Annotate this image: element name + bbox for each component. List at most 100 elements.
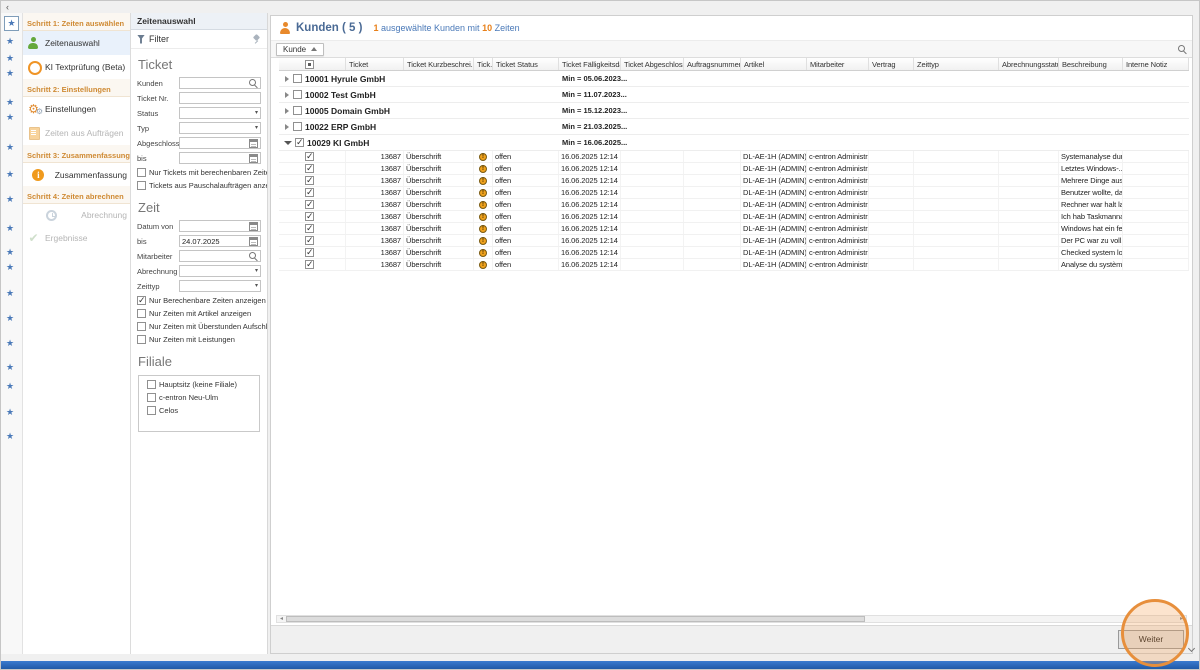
abrechnung-input[interactable]: ▾ bbox=[179, 265, 261, 277]
bis-input[interactable] bbox=[179, 152, 261, 164]
kunden-input[interactable] bbox=[179, 77, 261, 89]
checkbox-nur-zeiten-mit-überstunden-aufschlägen[interactable]: Nur Zeiten mit Überstunden Aufschlägen bbox=[131, 320, 267, 333]
column-header-beschreibung[interactable]: Beschreibung bbox=[1059, 58, 1123, 70]
star-icon[interactable]: ★ bbox=[6, 223, 14, 233]
row-checkbox[interactable] bbox=[305, 260, 314, 269]
star-icon[interactable]: ★ bbox=[6, 112, 14, 122]
bis-input[interactable]: 24.07.2025 bbox=[179, 235, 261, 247]
group-checkbox[interactable] bbox=[293, 106, 302, 115]
checkbox-box[interactable] bbox=[137, 322, 146, 331]
wizard-item-zusammenfassung[interactable]: iZusammenfassung bbox=[23, 163, 130, 186]
group-checkbox[interactable] bbox=[293, 122, 302, 131]
star-icon[interactable]: ★ bbox=[6, 381, 14, 391]
row-checkbox[interactable] bbox=[305, 224, 314, 233]
table-row[interactable]: 13687Überschrift!offen16.06.2025 12:14DL… bbox=[279, 211, 1189, 223]
wizard-item-abrechnung[interactable]: Abrechnung bbox=[23, 204, 130, 226]
expand-group-icon[interactable] bbox=[285, 92, 289, 98]
table-row[interactable]: 13687Überschrift!offen16.06.2025 12:14DL… bbox=[279, 247, 1189, 259]
group-row[interactable]: 10001 Hyrule GmbHMin = 05.06.2023... bbox=[279, 71, 1189, 87]
row-checkbox[interactable] bbox=[305, 236, 314, 245]
wizard-item-ergebnisse[interactable]: ✔Ergebnisse bbox=[23, 226, 130, 250]
star-icon[interactable]: ★ bbox=[6, 407, 14, 417]
column-header-mitarbeiter[interactable]: Mitarbeiter bbox=[807, 58, 869, 70]
typ-input[interactable]: ▾ bbox=[179, 122, 261, 134]
expand-group-icon[interactable] bbox=[285, 124, 289, 130]
collapse-left-chevron[interactable]: ‹ bbox=[6, 1, 9, 13]
group-checkbox[interactable] bbox=[295, 138, 304, 147]
row-checkbox[interactable] bbox=[305, 176, 314, 185]
wizard-item-ki-textprüfung-beta[interactable]: KI Textprüfung (Beta) bbox=[23, 55, 130, 79]
star-icon[interactable]: ★ bbox=[6, 313, 14, 323]
table-row[interactable]: 13687Überschrift!offen16.06.2025 12:14DL… bbox=[279, 187, 1189, 199]
row-checkbox[interactable] bbox=[305, 188, 314, 197]
column-header-tick[interactable]: Tick... bbox=[474, 58, 493, 70]
collapse-group-icon[interactable] bbox=[284, 141, 292, 145]
checkbox-box[interactable] bbox=[137, 168, 146, 177]
search-icon[interactable] bbox=[248, 251, 258, 261]
star-icon[interactable]: ★ bbox=[6, 431, 14, 441]
dropdown-arrow-icon[interactable]: ▾ bbox=[255, 266, 258, 276]
checkbox-box[interactable] bbox=[137, 335, 146, 344]
table-row[interactable]: 13687Überschrift!offen16.06.2025 12:14DL… bbox=[279, 199, 1189, 211]
select-all-checkbox[interactable] bbox=[305, 60, 314, 69]
checkbox-nur-zeiten-mit-artikel-anzeigen[interactable]: Nur Zeiten mit Artikel anzeigen bbox=[131, 307, 267, 320]
group-row[interactable]: 10002 Test GmbHMin = 11.07.2023... bbox=[279, 87, 1189, 103]
calendar-icon[interactable] bbox=[249, 139, 258, 148]
table-row[interactable]: 13687Überschrift!offen16.06.2025 12:14DL… bbox=[279, 235, 1189, 247]
mitarbeiter-input[interactable] bbox=[179, 250, 261, 262]
dropdown-arrow-icon[interactable]: ▾ bbox=[255, 108, 258, 118]
search-icon[interactable] bbox=[248, 78, 258, 88]
star-icon[interactable]: ★ bbox=[6, 53, 14, 63]
calendar-icon[interactable] bbox=[249, 237, 258, 246]
row-checkbox[interactable] bbox=[305, 212, 314, 221]
checkbox-hauptsitz-keine-filiale[interactable]: Hauptsitz (keine Filiale) bbox=[141, 378, 257, 391]
star-icon[interactable]: ★ bbox=[6, 338, 14, 348]
column-header-faellig[interactable]: Ticket Fälligkeitsda... bbox=[559, 58, 621, 70]
checkbox-celos[interactable]: Celos bbox=[141, 404, 257, 417]
checkbox-c-entron-neu-ulm[interactable]: c-entron Neu-Ulm bbox=[141, 391, 257, 404]
checkbox-box[interactable] bbox=[147, 380, 156, 389]
scrollbar-thumb[interactable] bbox=[286, 616, 865, 622]
column-header-vertrag[interactable]: Vertrag bbox=[869, 58, 914, 70]
group-row[interactable]: 10022 ERP GmbHMin = 21.03.2025... bbox=[279, 119, 1189, 135]
group-by-chip[interactable]: Kunde bbox=[276, 43, 324, 56]
expand-group-icon[interactable] bbox=[285, 108, 289, 114]
column-header-abgeschl[interactable]: Ticket Abgeschloss... bbox=[621, 58, 684, 70]
scroll-right-arrow[interactable]: ▸ bbox=[1177, 616, 1186, 623]
abgeschlossen-input[interactable] bbox=[179, 137, 261, 149]
table-row[interactable]: 13687Überschrift!offen16.06.2025 12:14DL… bbox=[279, 151, 1189, 163]
star-icon[interactable]: ★ bbox=[6, 68, 14, 78]
column-header-sel[interactable] bbox=[279, 58, 346, 70]
table-row[interactable]: 13687Überschrift!offen16.06.2025 12:14DL… bbox=[279, 163, 1189, 175]
dropdown-arrow-icon[interactable]: ▾ bbox=[255, 123, 258, 133]
column-header-auftrag[interactable]: Auftragsnummer bbox=[684, 58, 741, 70]
expand-group-icon[interactable] bbox=[285, 76, 289, 82]
star-icon[interactable]: ★ bbox=[6, 194, 14, 204]
checkbox-box[interactable] bbox=[137, 296, 146, 305]
column-header-artikel[interactable]: Artikel bbox=[741, 58, 807, 70]
star-icon[interactable]: ★ bbox=[6, 262, 14, 272]
checkbox-nur-berechenbare-zeiten-anzeigen[interactable]: Nur Berechenbare Zeiten anzeigen bbox=[131, 294, 267, 307]
star-icon[interactable]: ★ bbox=[6, 36, 14, 46]
checkbox-tickets-aus-pauschalaufträgen-anzeigen[interactable]: Tickets aus Pauschalaufträgen anzeigen bbox=[131, 179, 267, 192]
group-row[interactable]: 10029 KI GmbHMin = 16.06.2025... bbox=[279, 135, 1189, 151]
wizard-item-einstellungen[interactable]: ⚙Einstellungen bbox=[23, 97, 130, 121]
star-icon[interactable]: ★ bbox=[6, 142, 14, 152]
star-button[interactable]: ★ bbox=[4, 16, 19, 31]
row-checkbox[interactable] bbox=[305, 200, 314, 209]
datum-von-input[interactable] bbox=[179, 220, 261, 232]
table-row[interactable]: 13687Überschrift!offen16.06.2025 12:14DL… bbox=[279, 175, 1189, 187]
pin-icon[interactable] bbox=[252, 34, 261, 44]
column-header-notiz[interactable]: Interne Notiz bbox=[1123, 58, 1189, 70]
dropdown-arrow-icon[interactable]: ▾ bbox=[255, 281, 258, 291]
scroll-left-arrow[interactable]: ◂ bbox=[277, 616, 286, 623]
star-icon[interactable]: ★ bbox=[6, 362, 14, 372]
horizontal-scrollbar[interactable]: ◂ ▸ bbox=[276, 615, 1187, 623]
checkbox-nur-tickets-mit-berechenbaren-zeiten[interactable]: Nur Tickets mit berechenbaren Zeiten bbox=[131, 166, 267, 179]
checkbox-nur-zeiten-mit-leistungen[interactable]: Nur Zeiten mit Leistungen bbox=[131, 333, 267, 346]
scrollbar-track[interactable] bbox=[286, 616, 1177, 622]
row-checkbox[interactable] bbox=[305, 248, 314, 257]
column-header-kurz[interactable]: Ticket Kurzbeschrei... bbox=[404, 58, 474, 70]
table-row[interactable]: 13687Überschrift!offen16.06.2025 12:14DL… bbox=[279, 259, 1189, 271]
star-icon[interactable]: ★ bbox=[6, 169, 14, 179]
